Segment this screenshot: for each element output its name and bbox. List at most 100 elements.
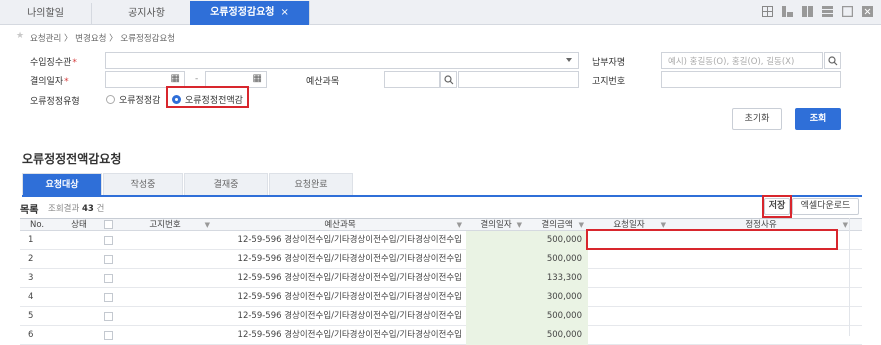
highlight-save [762, 195, 792, 218]
data-grid: No. 상태 고지번호 ▼ 예산과목 ▼ 결의일자 ▼ 결의금액 ▼ 요청일자 ▼ 정정사… [20, 218, 862, 345]
header-no: No. [30, 220, 45, 230]
row-checkbox[interactable] [104, 293, 113, 302]
row-budget: 12-59-596 경상이전수입/기타경상이전수입/기타경상이전수입 [237, 311, 462, 321]
row-reason[interactable] [670, 269, 852, 288]
payer-placeholder: 예시) 홍길동(O), 홍길(O), 길동(X) [668, 57, 795, 67]
payer-label: 납부자명 [592, 58, 626, 68]
row-checkbox[interactable] [104, 312, 113, 321]
row-decision-date [466, 231, 526, 250]
row-no: 5 [28, 311, 34, 321]
list-title: 목록 [20, 205, 39, 216]
header-decision-date[interactable]: 결의일자 ▼ [466, 219, 526, 231]
row-request-date[interactable] [588, 307, 670, 326]
row-request-date[interactable] [588, 288, 670, 307]
row-budget: 12-59-596 경상이전수입/기타경상이전수입/기타경상이전수입 [237, 254, 462, 264]
layout-left-icon[interactable] [782, 6, 793, 17]
budget-name-input[interactable] [458, 71, 579, 88]
close-icon[interactable]: × [281, 7, 289, 18]
row-amount: 300,000 [526, 288, 588, 307]
decision-date-label: 결의일자* [30, 77, 69, 87]
row-no: 4 [28, 292, 34, 302]
row-reason[interactable] [670, 250, 852, 269]
collector-select[interactable] [105, 52, 579, 69]
radio-partial[interactable]: 오류정정감 [106, 93, 160, 106]
tab-bar: 나의할일 공지사항 오류정정감요청 × [0, 0, 881, 25]
result-count: 조회결과 43 건 [48, 204, 105, 214]
table-row[interactable]: 2 12-59-596 경상이전수입/기타경상이전수입/기타경상이전수입 500… [20, 250, 862, 269]
row-budget: 12-59-596 경상이전수입/기타경상이전수입/기타경상이전수입 [237, 235, 462, 245]
search-button[interactable]: 조회 [795, 108, 841, 130]
notice-input[interactable] [661, 71, 841, 88]
layout-columns-icon[interactable] [802, 6, 813, 17]
subtab-completed[interactable]: 요청완료 [269, 173, 353, 195]
header-amount[interactable]: 결의금액 ▼ [526, 219, 588, 231]
calendar-icon[interactable]: ▦ [253, 73, 262, 84]
budget-code-input[interactable] [384, 71, 440, 88]
window-controls [762, 6, 873, 17]
header-budget[interactable]: 예산과목 ▼ [214, 219, 466, 231]
row-amount: 500,000 [526, 231, 588, 250]
payer-search-button[interactable] [824, 52, 841, 69]
row-decision-date [466, 307, 526, 326]
budget-label: 예산과목 [306, 77, 340, 87]
payer-input[interactable]: 예시) 홍길동(O), 홍길(O), 길동(X) [661, 52, 823, 69]
row-no: 3 [28, 273, 34, 283]
breadcrumb: 요청관리 〉 변경요청 〉 오류정정감요청 [30, 34, 176, 44]
subtab-target[interactable]: 요청대상 [22, 173, 102, 195]
section-title: 오류정정전액감요청 [22, 152, 122, 166]
row-budget: 12-59-596 경상이전수입/기타경상이전수입/기타경상이전수입 [237, 292, 462, 302]
sort-icon: ▼ [578, 221, 584, 229]
favorite-star-icon[interactable]: ★ [16, 31, 24, 41]
header-status: 상태 [71, 220, 87, 230]
reset-button[interactable]: 초기화 [732, 108, 782, 130]
header-check-all[interactable] [104, 219, 116, 231]
chevron-down-icon [566, 58, 572, 62]
row-request-date[interactable] [588, 250, 670, 269]
tab-my-tasks[interactable]: 나의할일 [0, 3, 92, 25]
row-decision-date [466, 269, 526, 288]
budget-search-button[interactable] [440, 71, 457, 88]
search-icon [444, 75, 454, 85]
highlight-radio-full [166, 86, 249, 108]
sort-icon: ▼ [204, 221, 210, 229]
header-notice[interactable]: 고지번호 ▼ [116, 219, 214, 231]
collector-label: 수입징수관* [30, 58, 77, 68]
layout-grid-icon[interactable] [762, 6, 773, 17]
error-type-label: 오류정정유형 [30, 97, 80, 107]
highlight-first-row [586, 229, 838, 250]
sort-icon: ▼ [842, 221, 848, 229]
row-amount: 500,000 [526, 307, 588, 326]
tab-label: 나의할일 [27, 8, 64, 19]
maximize-icon[interactable] [842, 6, 853, 17]
row-checkbox[interactable] [104, 236, 113, 245]
subtab-drafting[interactable]: 작성중 [103, 173, 183, 195]
tab-notices[interactable]: 공지사항 [92, 3, 202, 25]
row-reason[interactable] [670, 307, 852, 326]
row-checkbox[interactable] [104, 274, 113, 283]
row-amount: 133,300 [526, 269, 588, 288]
row-request-date[interactable] [588, 269, 670, 288]
table-row[interactable]: 3 12-59-596 경상이전수입/기타경상이전수입/기타경상이전수입 133… [20, 269, 862, 288]
notice-label: 고지번호 [592, 77, 626, 87]
subtab-approving[interactable]: 결재중 [184, 173, 268, 195]
row-no: 1 [28, 235, 34, 245]
row-checkbox[interactable] [104, 255, 113, 264]
close-window-icon[interactable] [862, 6, 873, 17]
sort-icon: ▼ [516, 221, 522, 229]
table-row[interactable]: 4 12-59-596 경상이전수입/기타경상이전수입/기타경상이전수입 300… [20, 288, 862, 307]
tab-error-correction[interactable]: 오류정정감요청 × [190, 1, 310, 25]
table-row[interactable]: 5 12-59-596 경상이전수입/기타경상이전수입/기타경상이전수입 500… [20, 307, 862, 326]
search-icon [828, 56, 838, 66]
row-reason[interactable] [670, 288, 852, 307]
checkbox[interactable] [104, 220, 113, 229]
row-decision-date [466, 250, 526, 269]
layout-rows-icon[interactable] [822, 6, 833, 17]
row-no: 2 [28, 254, 34, 264]
sort-icon: ▼ [456, 221, 462, 229]
tab-label: 오류정정감요청 [210, 7, 275, 18]
grid-scroll-edge [849, 218, 850, 336]
tab-label: 공지사항 [128, 8, 165, 19]
excel-download-button[interactable]: 엑셀다운로드 [792, 198, 859, 215]
row-budget: 12-59-596 경상이전수입/기타경상이전수입/기타경상이전수입 [237, 273, 462, 283]
calendar-icon[interactable]: ▦ [171, 73, 180, 84]
